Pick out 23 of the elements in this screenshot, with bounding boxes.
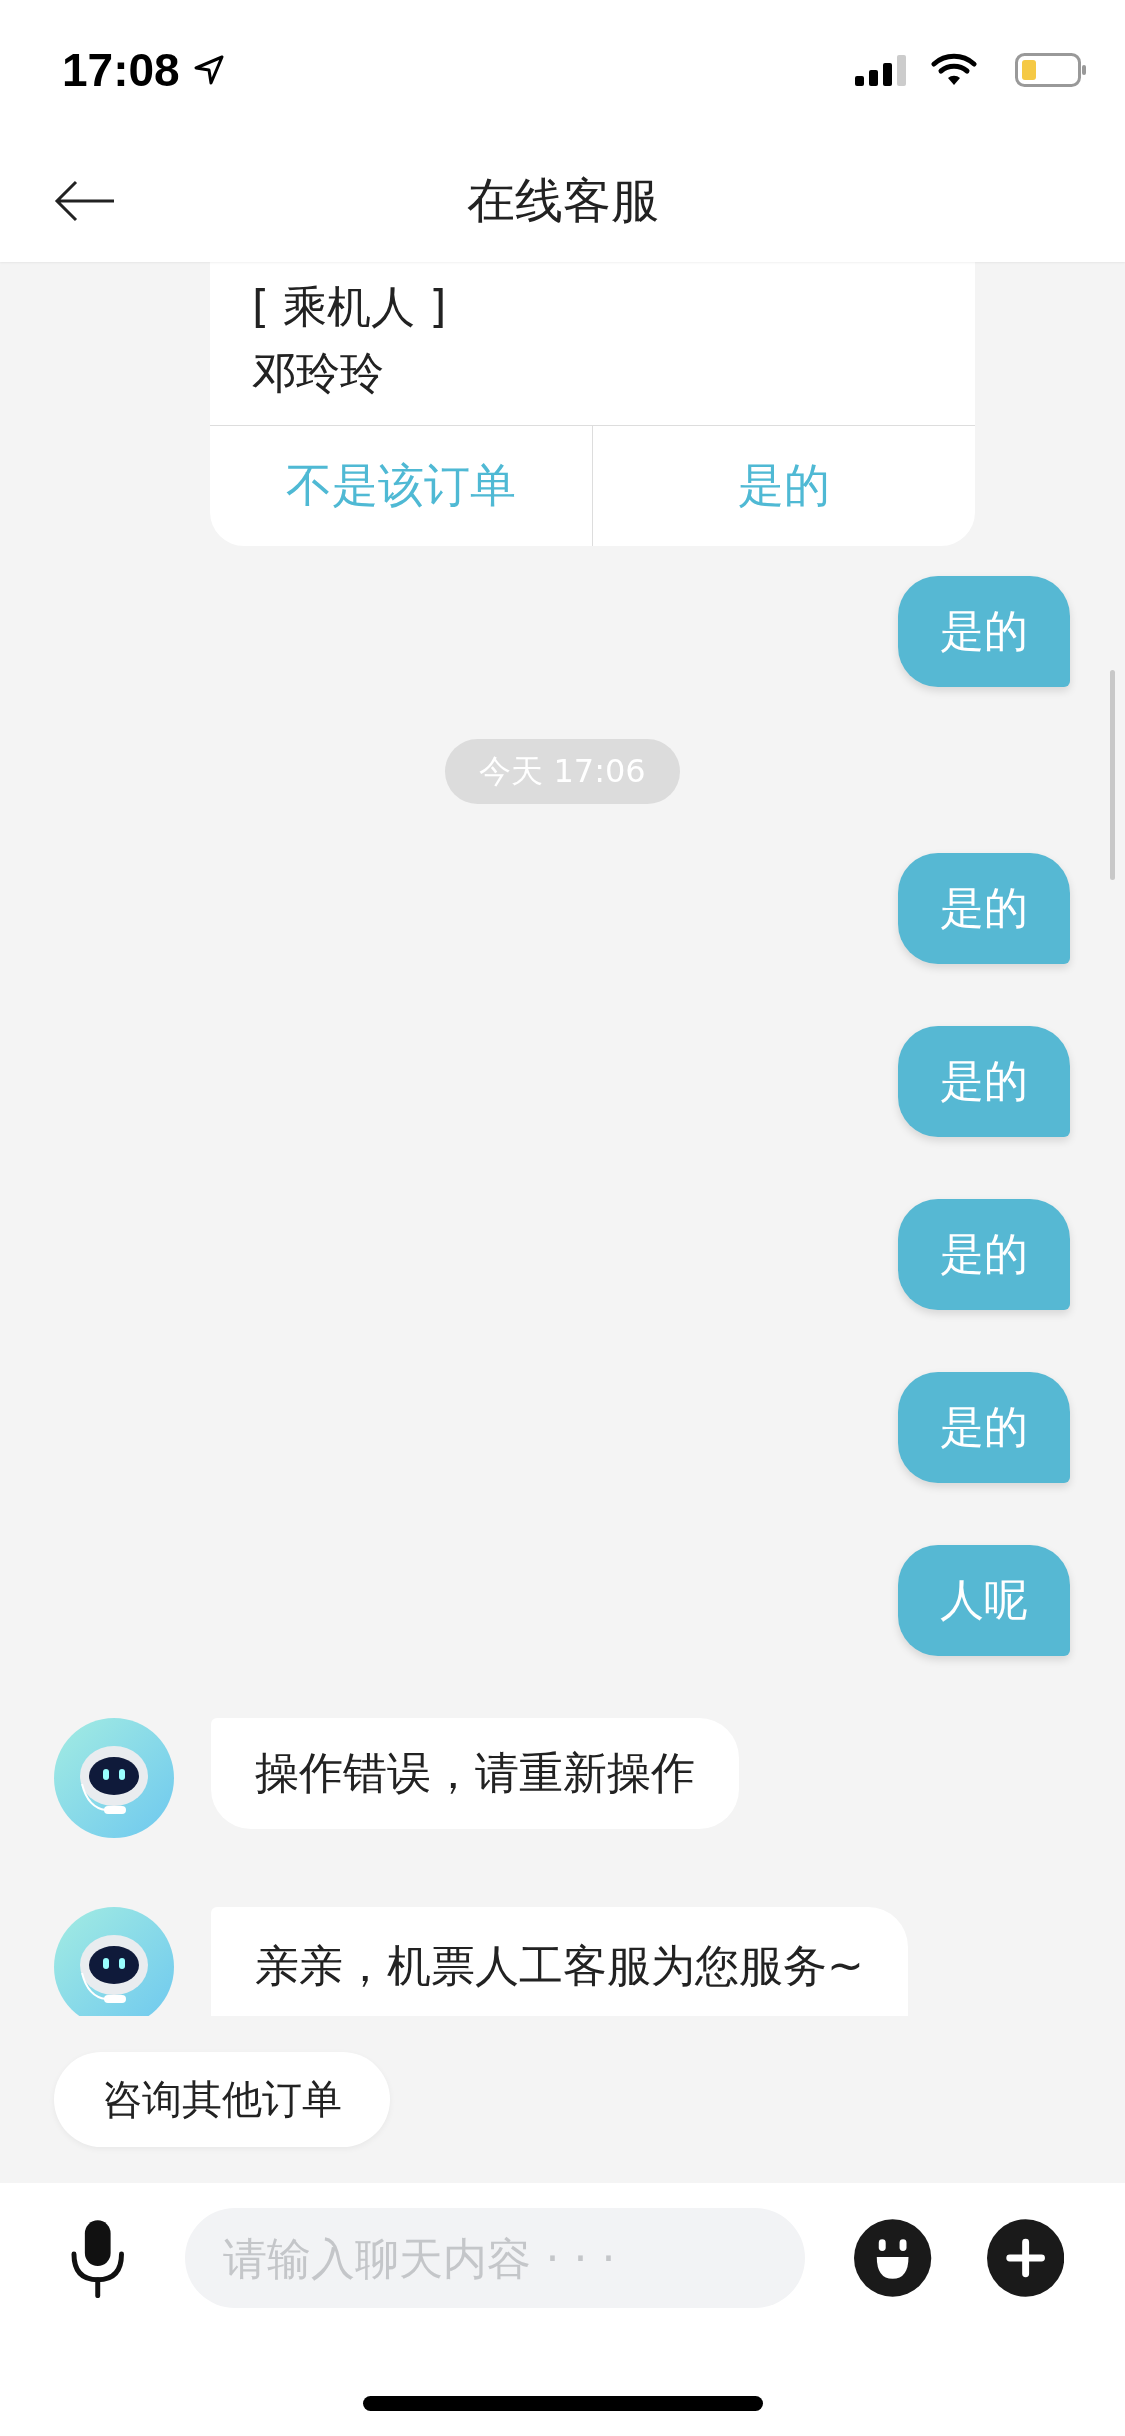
battery-icon (1015, 53, 1087, 87)
microphone-icon[interactable] (70, 2218, 126, 2298)
user-message-bubble: 是的 (898, 1372, 1070, 1483)
card-action-button[interactable]: 是的 (592, 426, 975, 546)
user-message-bubble: 是的 (898, 1026, 1070, 1137)
location-arrow-icon (193, 55, 224, 85)
user-message-bubble: 人呢 (898, 1545, 1070, 1656)
smiley-icon[interactable] (854, 2219, 932, 2297)
card-text: 邓玲玲 (252, 346, 385, 400)
bot-message-bubble: 亲亲，机票人工客服为您服务~ (211, 1907, 908, 2016)
wifi-icon (931, 53, 977, 87)
card-action-button[interactable]: 不是该订单 (210, 426, 592, 546)
signal-icon (855, 54, 907, 86)
user-message-bubble: 是的 (898, 853, 1070, 964)
bot-message-bubble: 操作错误，请重新操作 (211, 1718, 739, 1829)
status-time: 17:08 (62, 43, 180, 97)
user-message-bubble: 是的 (898, 1199, 1070, 1310)
quick-reply-chip[interactable]: 咨询其他订单 (54, 2052, 390, 2147)
user-message-bubble: 是的 (898, 576, 1070, 687)
back-arrow-icon[interactable] (54, 180, 116, 222)
card-text: [ 乘机人 ] (252, 280, 448, 334)
page-title: 在线客服 (465, 171, 660, 230)
plus-icon[interactable] (986, 2219, 1064, 2297)
